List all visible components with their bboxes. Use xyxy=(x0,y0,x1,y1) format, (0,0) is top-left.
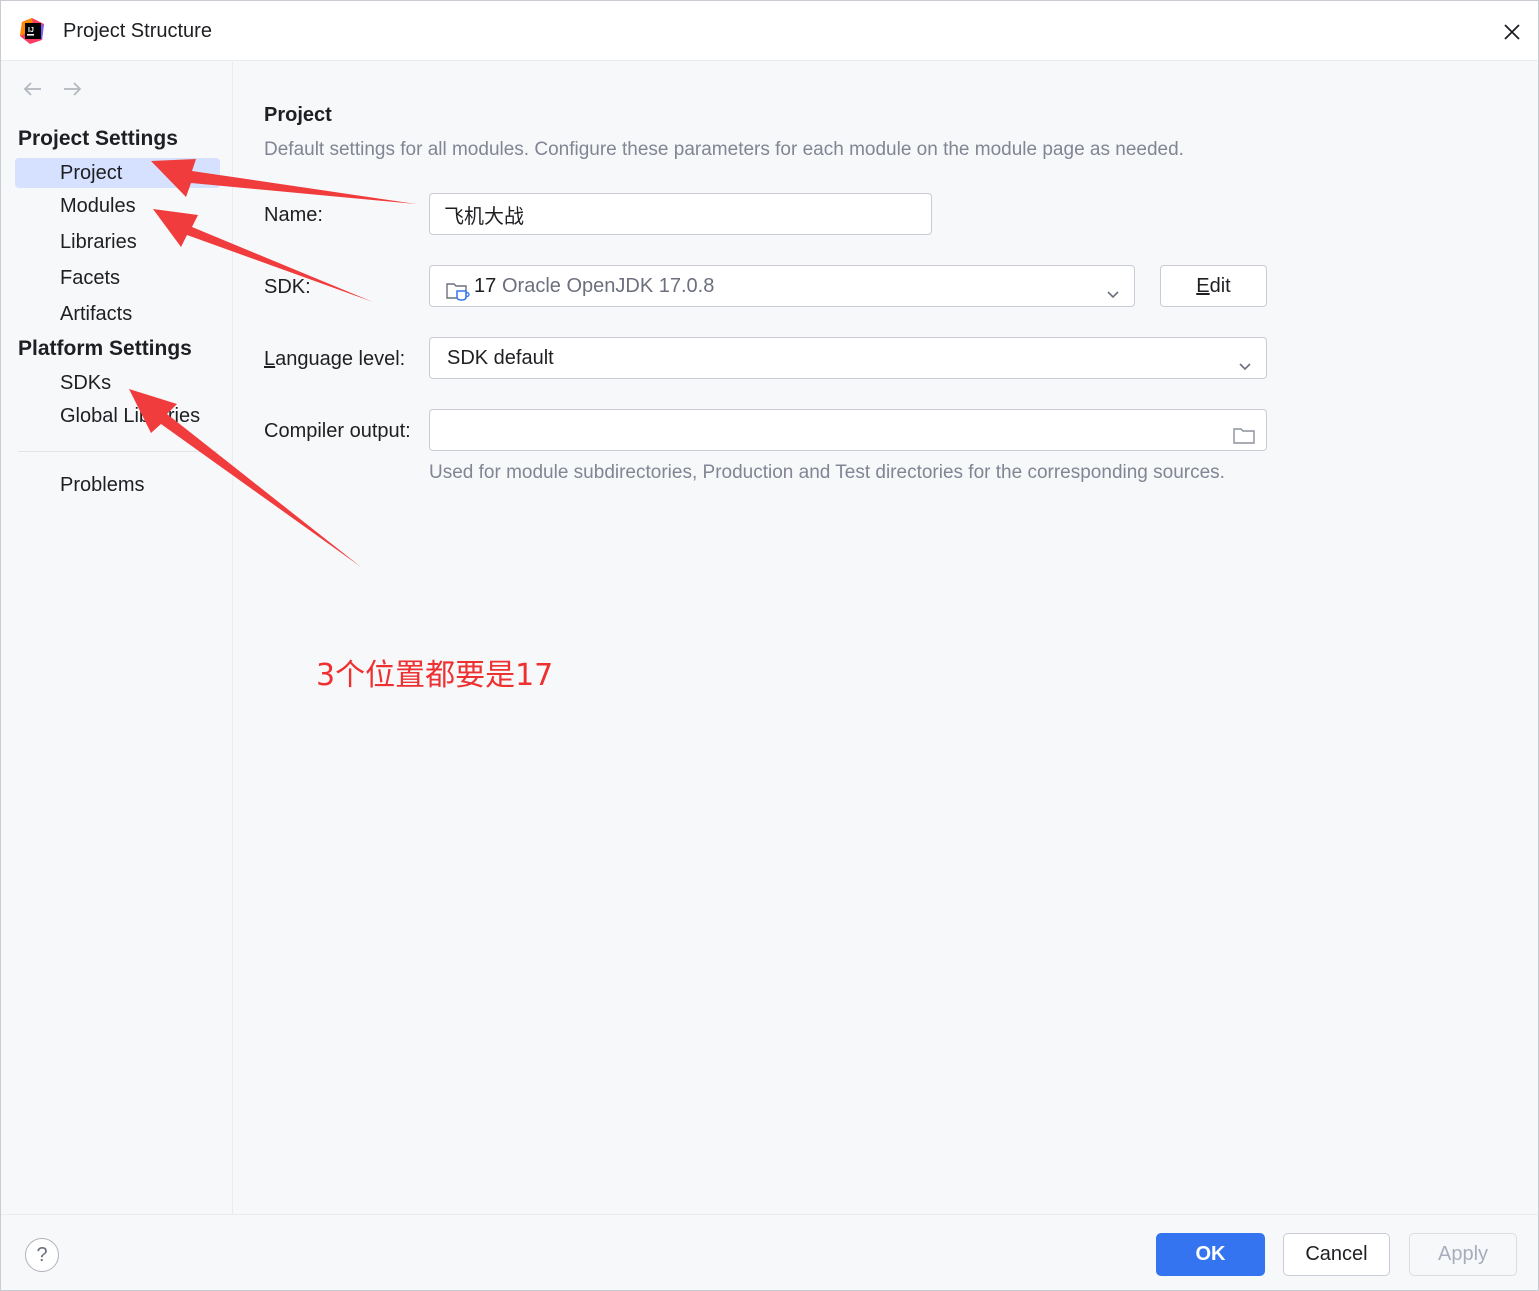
sdk-edit-button[interactable]: Edit xyxy=(1160,265,1267,307)
svg-text:IJ: IJ xyxy=(28,27,34,34)
folder-icon[interactable] xyxy=(1232,420,1256,444)
chevron-down-icon xyxy=(1236,349,1254,371)
help-icon[interactable]: ? xyxy=(25,1238,59,1272)
compiler-output-hint: Used for module subdirectories, Producti… xyxy=(429,462,1225,483)
sidebar-item-artifacts[interactable]: Artifacts xyxy=(15,299,220,329)
sidebar-item-libraries[interactable]: Libraries xyxy=(15,227,220,257)
sdk-version: 17 xyxy=(474,275,497,297)
window-title: Project Structure xyxy=(63,20,212,42)
cancel-button[interactable]: Cancel xyxy=(1283,1233,1390,1276)
sidebar-item-global-libraries[interactable]: Global Libraries xyxy=(15,401,220,431)
dialog-footer: ? OK Cancel Apply xyxy=(1,1214,1538,1290)
language-level-label-text: anguage level: xyxy=(275,348,406,370)
sidebar-item-problems[interactable]: Problems xyxy=(15,470,220,500)
sdk-label: SDK: xyxy=(264,276,311,298)
project-structure-dialog: IJ Project Structure Project Settings Pr… xyxy=(0,0,1539,1291)
sidebar-item-sdks[interactable]: SDKs xyxy=(15,368,220,398)
compiler-output-field[interactable] xyxy=(429,409,1267,451)
language-level-value: SDK default xyxy=(447,347,554,369)
sdk-name: Oracle OpenJDK 17.0.8 xyxy=(502,275,715,297)
apply-button[interactable]: Apply xyxy=(1409,1233,1517,1276)
edit-label-rest: dit xyxy=(1209,275,1231,297)
sdk-dropdown[interactable]: 17 Oracle OpenJDK 17.0.8 xyxy=(429,265,1135,307)
project-settings-header: Project Settings xyxy=(18,127,178,150)
sidebar-item-modules[interactable]: Modules xyxy=(15,191,220,221)
jdk-folder-icon xyxy=(446,276,470,301)
ok-button[interactable]: OK xyxy=(1156,1233,1265,1276)
name-input[interactable] xyxy=(429,193,932,235)
page-description: Default settings for all modules. Config… xyxy=(264,139,1184,160)
compiler-output-label: Compiler output: xyxy=(264,420,411,442)
language-level-mnemonic: L xyxy=(264,348,276,370)
back-arrow-icon[interactable] xyxy=(22,78,44,100)
sidebar: Project Settings Project Modules Librari… xyxy=(1,62,233,1214)
annotation-text: 3个位置都要是17 xyxy=(316,658,554,693)
chevron-down-icon xyxy=(1104,277,1122,299)
language-level-label: Language level: xyxy=(264,348,405,371)
name-label: Name: xyxy=(264,204,323,226)
edit-mnemonic: E xyxy=(1196,275,1210,297)
title-bar: IJ Project Structure xyxy=(1,1,1538,61)
close-icon[interactable] xyxy=(1495,15,1529,49)
sidebar-item-project[interactable]: Project xyxy=(15,158,220,188)
platform-settings-header: Platform Settings xyxy=(18,337,192,360)
main-panel: Project Default settings for all modules… xyxy=(234,62,1538,1214)
intellij-app-icon: IJ xyxy=(20,18,46,44)
forward-arrow-icon[interactable] xyxy=(61,78,83,100)
language-level-dropdown[interactable]: SDK default xyxy=(429,337,1267,379)
page-title: Project xyxy=(264,104,332,126)
sidebar-item-facets[interactable]: Facets xyxy=(15,263,220,293)
sidebar-divider xyxy=(18,451,218,452)
